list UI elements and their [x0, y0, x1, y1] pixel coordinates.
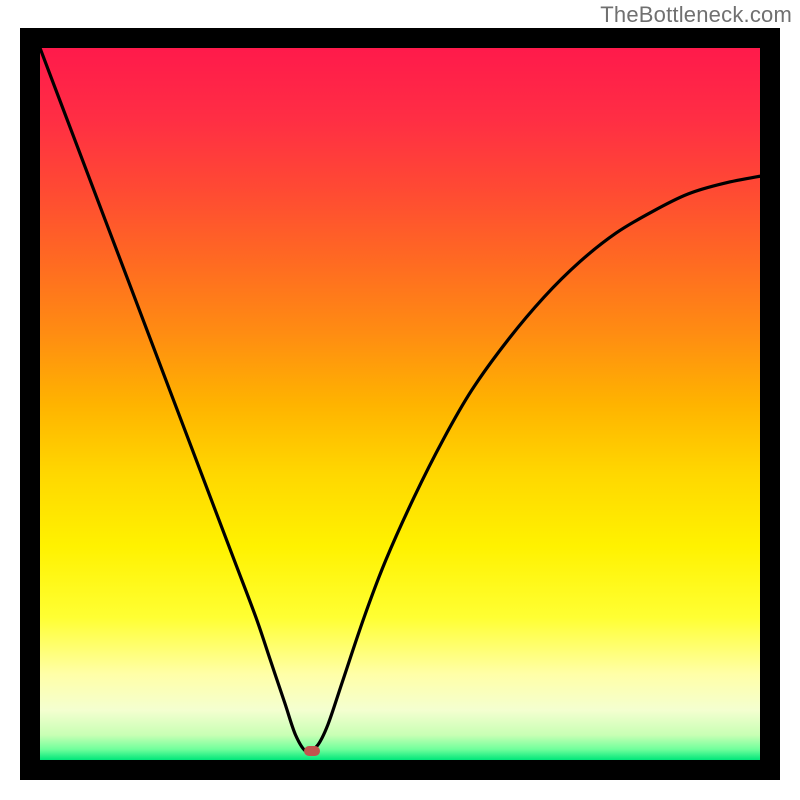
optimal-marker: [304, 746, 320, 756]
bottleneck-curve: [40, 48, 760, 760]
stage: TheBottleneck.com: [0, 0, 800, 800]
watermark-text: TheBottleneck.com: [600, 2, 792, 28]
chart-plot-area: [40, 48, 760, 760]
chart-frame: [20, 28, 780, 780]
